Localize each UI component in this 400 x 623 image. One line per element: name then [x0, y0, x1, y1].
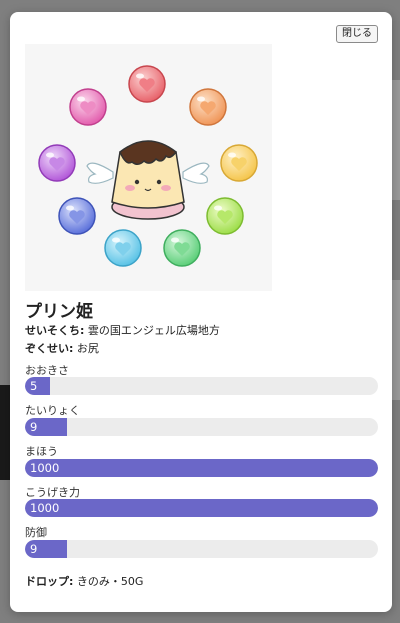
- green-orb: [163, 229, 201, 267]
- stat-value-attack: 1000: [30, 501, 60, 515]
- orange-orb: [189, 88, 227, 126]
- habitat-label: せいそくち:: [25, 324, 85, 337]
- stat-value-size: 5: [30, 379, 38, 393]
- stat-bar-defense: 9: [25, 540, 378, 558]
- stat-bar-fill: [25, 377, 50, 395]
- drop-label: ドロップ:: [25, 575, 74, 588]
- habitat-row: せいそくち: 雲の国エンジェル広場地方: [25, 322, 220, 338]
- purple-orb: [38, 144, 76, 182]
- lime-orb: [206, 197, 244, 235]
- close-button[interactable]: 閉じる: [336, 25, 378, 43]
- character-name: プリン姫: [25, 302, 93, 322]
- drop-row: ドロップ: きのみ・50G: [25, 573, 143, 589]
- character-detail-modal: 閉じる プリン姫 せいそくち: 雲の国エンジェル広場地方 ぞくせい: お尻 おお…: [10, 12, 392, 612]
- stat-label-size: おおきさ: [25, 364, 69, 377]
- stat-label-magic: まほう: [25, 445, 58, 458]
- stat-bar-stamina: 9: [25, 418, 378, 436]
- stat-bar-attack: 1000: [25, 499, 378, 517]
- pudding-character: [86, 140, 210, 220]
- habitat-value: 雲の国エンジェル広場地方: [87, 324, 220, 337]
- blue-orb: [58, 197, 96, 235]
- pink-orb: [69, 88, 107, 126]
- stat-value-magic: 1000: [30, 461, 60, 475]
- stat-label-defense: 防御: [25, 526, 47, 539]
- character-portrait: [25, 44, 272, 291]
- stat-bar-fill: [25, 459, 378, 477]
- stat-label-stamina: たいりょく: [25, 404, 80, 417]
- stat-value-stamina: 9: [30, 420, 38, 434]
- red-orb: [128, 65, 166, 103]
- stat-bar-fill: [25, 499, 378, 517]
- stat-value-defense: 9: [30, 542, 38, 556]
- attribute-row: ぞくせい: お尻: [25, 340, 99, 356]
- stat-label-attack: こうげき力: [25, 486, 80, 499]
- cyan-orb: [104, 229, 142, 267]
- attribute-label: ぞくせい:: [25, 342, 74, 355]
- drop-value: きのみ・50G: [76, 575, 144, 588]
- pudding-princess-illustration: [38, 65, 258, 267]
- background-image-edge: [0, 385, 10, 480]
- attribute-value: お尻: [76, 342, 99, 355]
- stat-bar-size: 5: [25, 377, 378, 395]
- yellow-orb: [220, 144, 258, 182]
- stat-bar-magic: 1000: [25, 459, 378, 477]
